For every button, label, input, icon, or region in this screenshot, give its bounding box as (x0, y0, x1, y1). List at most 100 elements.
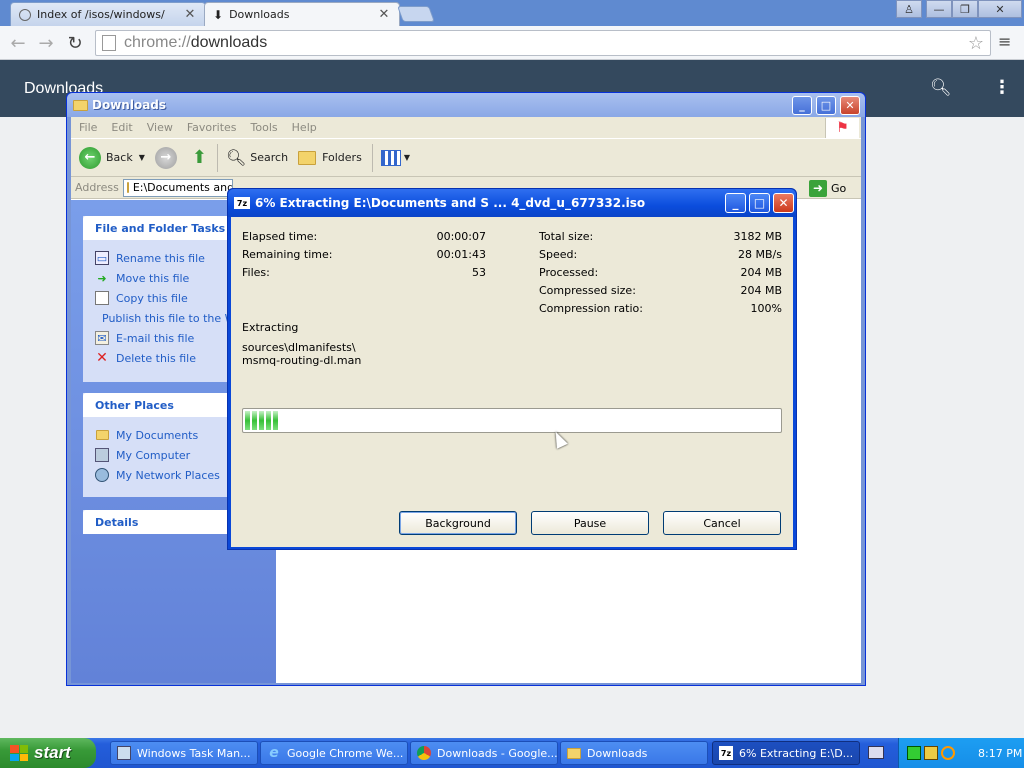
menu-file[interactable]: File (79, 121, 97, 134)
copy-file-link[interactable]: Copy this file (83, 288, 233, 308)
back-arrow-icon[interactable]: ← (6, 31, 30, 55)
close-icon[interactable]: ✕ (183, 7, 197, 22)
email-file-link[interactable]: ✉ E-mail this file (83, 328, 233, 348)
dialog-body: Elapsed time: 00:00:07 Remaining time: 0… (231, 217, 793, 547)
background-button[interactable]: Background (399, 511, 517, 535)
taskbar-item-task-manager[interactable]: Windows Task Man... (110, 741, 258, 765)
search-icon: 🔍︎ (225, 148, 247, 167)
my-network-places-link[interactable]: My Network Places (83, 465, 233, 485)
up-folder-icon: ⬆ (191, 147, 207, 168)
compression-ratio-row: Compression ratio: 100% (539, 302, 782, 315)
progress-segment (252, 411, 257, 430)
views-grid-icon (380, 149, 401, 166)
page-icon (19, 8, 31, 21)
maximize-button[interactable]: □ (816, 96, 836, 115)
taskbar-item-chrome[interactable]: Downloads - Google... (410, 741, 558, 765)
folder-icon (95, 428, 109, 442)
menu-tools[interactable]: Tools (251, 121, 278, 134)
network-icon[interactable] (907, 746, 921, 760)
new-tab-button[interactable] (397, 6, 435, 22)
bookmark-star-icon[interactable]: ☆ (968, 33, 984, 54)
minimize-button[interactable]: — (926, 0, 952, 18)
close-button[interactable]: ✕ (840, 96, 860, 115)
panel-heading[interactable]: Details (83, 510, 233, 534)
browser-toolbar: ← → ↻ chrome://downloads ☆ ≡ (0, 26, 1024, 60)
security-icon[interactable] (924, 746, 938, 760)
processed-row: Processed: 204 MB (539, 266, 782, 279)
progress-fill (245, 411, 779, 430)
progress-segment (273, 411, 278, 430)
chevron-down-icon[interactable]: ▼ (139, 153, 145, 162)
menu-help[interactable]: Help (292, 121, 317, 134)
search-icon[interactable] (941, 746, 955, 760)
reload-icon[interactable]: ↻ (63, 31, 87, 55)
publish-file-link[interactable]: Publish this file to the Web (83, 308, 233, 328)
taskbar-item-ie[interactable]: e Google Chrome We... (260, 741, 408, 765)
menu-favorites[interactable]: Favorites (187, 121, 237, 134)
up-folder-button[interactable]: ⬆ (192, 147, 207, 168)
menu-edit[interactable]: Edit (111, 121, 132, 134)
remaining-time-row: Remaining time: 00:01:43 (242, 248, 486, 261)
forward-arrow-icon: → (154, 146, 177, 169)
tab-index-isos-windows[interactable]: Index of /isos/windows/ ✕ (10, 2, 206, 26)
tab-downloads[interactable]: ⬇ Downloads ✕ (204, 2, 400, 26)
page-icon (102, 35, 116, 51)
rename-icon: ▭ (95, 251, 109, 265)
address-field[interactable]: E:\Documents and Settings (122, 178, 233, 197)
delete-x-icon: ✕ (96, 350, 108, 366)
total-size-row: Total size: 3182 MB (539, 230, 782, 243)
close-window-button[interactable]: ✕ (978, 0, 1022, 18)
cancel-button[interactable]: Cancel (663, 511, 781, 535)
user-icon[interactable]: ♙ (896, 0, 922, 18)
taskbar: start Windows Task Man... e Google Chrom… (0, 738, 1024, 768)
taskbar-item-downloads-folder[interactable]: Downloads (560, 741, 708, 765)
back-arrow-icon: ← (79, 146, 101, 169)
explorer-menubar: File Edit View Favorites Tools Help ⚑ (71, 117, 861, 139)
explorer-toolbar: ← Back ▼ → ⬆ 🔍︎ Search Folders ▼ (71, 139, 861, 177)
7zip-icon: 7z (234, 197, 250, 209)
menu-view[interactable]: View (147, 121, 173, 134)
my-documents-link[interactable]: My Documents (83, 425, 233, 445)
rename-file-link[interactable]: ▭ Rename this file (83, 248, 233, 268)
ie-icon: e (269, 745, 279, 761)
chrome-menu-icon[interactable]: ≡ (998, 32, 1011, 51)
pause-button[interactable]: Pause (531, 511, 649, 535)
keyboard-icon[interactable] (868, 746, 884, 759)
minimize-button[interactable]: _ (725, 193, 746, 213)
windows-logo-icon: ⚑ (825, 118, 859, 138)
toolbar-divider (216, 143, 218, 172)
close-icon[interactable]: ✕ (377, 7, 391, 22)
maximize-button[interactable]: □ (749, 193, 770, 213)
go-button[interactable]: ➜ Go (809, 177, 846, 199)
search-icon[interactable]: 🔍︎ (930, 78, 952, 98)
search-button[interactable]: 🔍︎ Search (226, 148, 288, 167)
chrome-icon (417, 746, 431, 760)
back-button[interactable]: ← Back ▼ (79, 146, 145, 169)
start-button[interactable]: start (0, 738, 96, 768)
progress-segment (245, 411, 250, 430)
extract-progress-dialog: 7z 6% Extracting E:\Documents and S ... … (227, 188, 797, 550)
my-computer-link[interactable]: My Computer (83, 445, 233, 465)
details-panel: Details (83, 510, 233, 534)
dialog-titlebar[interactable]: 7z 6% Extracting E:\Documents and S ... … (228, 189, 796, 217)
panel-heading[interactable]: File and Folder Tasks (83, 216, 233, 240)
other-places-panel: Other Places My Documents My Computer My… (83, 393, 233, 497)
browser-tabstrip: Index of /isos/windows/ ✕ ⬇ Downloads ✕ … (0, 0, 1024, 26)
close-button[interactable]: ✕ (773, 193, 794, 213)
explorer-titlebar[interactable]: Downloads (67, 93, 865, 117)
taskbar-item-7zip[interactable]: 7z 6% Extracting E:\D... (712, 741, 860, 765)
restore-button[interactable]: ❐ (952, 0, 978, 18)
files-row: Files: 53 (242, 266, 486, 279)
forward-arrow-icon[interactable]: → (34, 31, 58, 55)
go-arrow-icon: ➜ (809, 179, 827, 197)
minimize-button[interactable]: _ (792, 96, 812, 115)
delete-file-link[interactable]: ✕ Delete this file (83, 348, 233, 368)
tab-label: Downloads (229, 8, 290, 21)
folders-button[interactable]: Folders (298, 150, 362, 165)
views-button[interactable]: ▼ (380, 149, 410, 166)
move-file-link[interactable]: ➜ Move this file (83, 268, 233, 288)
forward-button[interactable]: → (154, 146, 182, 169)
more-options-icon[interactable]: ⋮ (993, 77, 1011, 98)
address-bar[interactable]: chrome://downloads ☆ (95, 30, 991, 56)
panel-heading[interactable]: Other Places (83, 393, 233, 417)
